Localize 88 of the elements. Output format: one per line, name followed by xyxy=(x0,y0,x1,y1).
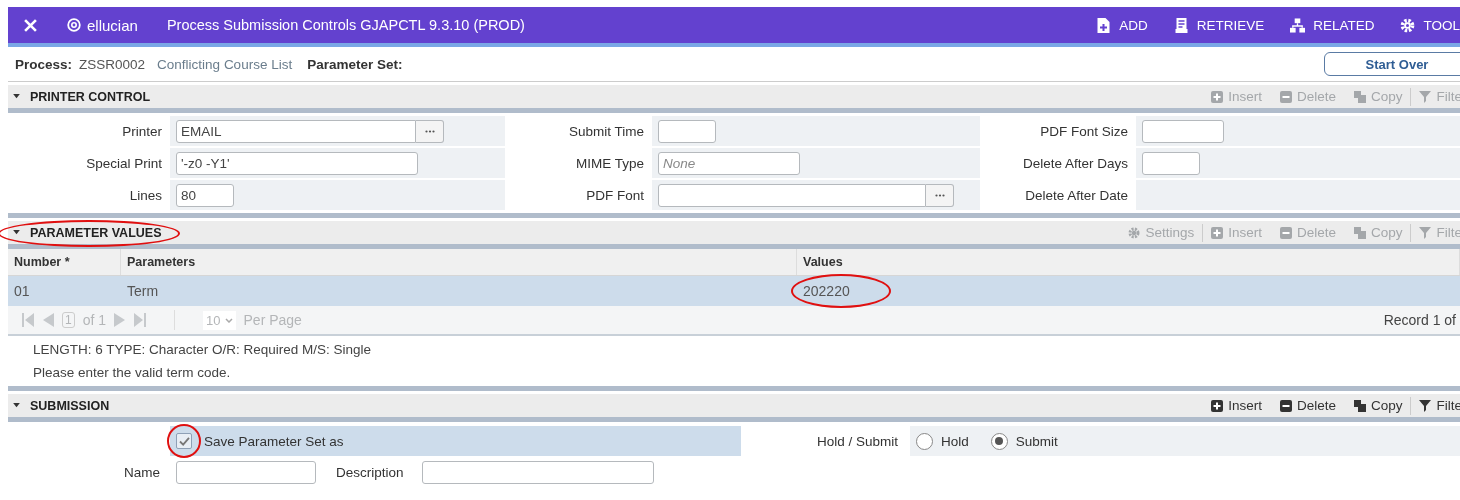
toolbar-button[interactable]: Insert xyxy=(1211,398,1262,413)
insert-icon xyxy=(1211,90,1224,103)
table-cell-text: Term xyxy=(126,282,160,301)
copy-icon xyxy=(1353,399,1366,412)
close-icon[interactable] xyxy=(24,18,37,32)
add-document-icon xyxy=(1096,17,1112,33)
parameter-set-label: Parameter Set: xyxy=(307,56,403,72)
field-label: Delete After Days xyxy=(1021,155,1129,171)
header-action[interactable]: RETRIEVE xyxy=(1173,17,1265,33)
copy-icon xyxy=(1353,226,1366,239)
per-page-label: Per Page xyxy=(243,312,302,328)
last-page-icon[interactable] xyxy=(134,313,147,327)
field-label: Printer xyxy=(121,123,163,139)
header-action[interactable]: RELATED xyxy=(1290,17,1375,33)
input-field[interactable] xyxy=(658,119,716,143)
delete-icon xyxy=(1279,399,1292,412)
radio-button[interactable] xyxy=(916,432,933,450)
brand-name: ellucian xyxy=(87,16,138,34)
process-label: Process: xyxy=(15,56,73,72)
section-title: SUBMISSION xyxy=(30,398,110,413)
insert-icon xyxy=(1211,399,1224,412)
collapse-icon[interactable] xyxy=(13,94,20,99)
section-title: PRINTER CONTROL xyxy=(30,89,151,104)
radio-label: Hold xyxy=(941,433,969,449)
input-field[interactable] xyxy=(1142,151,1200,175)
parameter-hint: LENGTH: 6 TYPE: Character O/R: Required M/S: Single xyxy=(33,342,373,357)
input-field[interactable]: None xyxy=(658,151,800,175)
parameter-hint: Please enter the valid term code. xyxy=(33,365,232,380)
filter-icon xyxy=(1419,226,1432,239)
field-label: Lines xyxy=(128,187,163,203)
radio-button[interactable] xyxy=(990,432,1008,450)
delete-icon xyxy=(1279,226,1292,239)
field-label: PDF Font Size xyxy=(1039,123,1129,139)
collapse-icon[interactable] xyxy=(13,230,20,235)
header-action[interactable]: TOOL xyxy=(1400,17,1460,33)
ellipsis-icon xyxy=(934,193,945,197)
field-label: Name xyxy=(123,464,160,480)
checkmark-icon xyxy=(178,436,190,446)
start-over-button[interactable]: Start Over xyxy=(1324,52,1460,76)
logo-icon xyxy=(67,18,81,32)
table-row[interactable]: 01 Term 202220 xyxy=(8,276,1460,306)
save-checkbox[interactable] xyxy=(176,433,192,449)
settings-icon xyxy=(1128,226,1141,239)
column-header[interactable]: Parameters xyxy=(121,249,797,275)
lookup-button[interactable] xyxy=(416,119,444,143)
collapse-icon[interactable] xyxy=(13,403,20,408)
lookup-button[interactable] xyxy=(926,183,954,207)
chevron-down-icon xyxy=(224,317,233,323)
filter-icon xyxy=(1419,399,1432,412)
field-label: MIME Type xyxy=(574,155,645,171)
field-label: Submit Time xyxy=(567,123,645,139)
field-label: Special Print xyxy=(85,155,163,171)
field-label: Description xyxy=(336,464,404,480)
column-header[interactable]: Values xyxy=(797,249,1460,275)
previous-page-icon[interactable] xyxy=(42,313,54,327)
record-count: Record 1 of xyxy=(1383,312,1456,328)
first-page-icon[interactable] xyxy=(22,313,34,327)
table-cell-text: 01 xyxy=(13,282,31,301)
filter-icon xyxy=(1419,90,1432,103)
input-field[interactable]: '-z0 -Y1' xyxy=(176,151,418,175)
section-title: PARAMETER VALUES xyxy=(30,225,162,240)
field-label: Delete After Date xyxy=(1024,187,1129,203)
radio-label: Submit xyxy=(1015,433,1058,449)
toolbar-button[interactable]: Delete xyxy=(1279,398,1336,413)
insert-icon xyxy=(1211,226,1224,239)
toolbar-button[interactable]: Copy xyxy=(1353,398,1403,413)
delete-icon xyxy=(1279,90,1292,103)
checkbox-label: Save Parameter Set as xyxy=(204,433,344,449)
page-count: of 1 xyxy=(82,312,107,328)
settings-icon xyxy=(1400,17,1416,33)
input-field[interactable] xyxy=(658,183,926,207)
page-title: Process Submission Controls GJAPCTL 9.3.10 (PROD) xyxy=(166,17,525,33)
description-field[interactable] xyxy=(421,460,654,484)
header-action[interactable]: ADD xyxy=(1096,17,1148,33)
name-field[interactable] xyxy=(176,460,316,484)
process-code: ZSSR0002 xyxy=(79,56,146,72)
field-label: Hold / Submit xyxy=(815,433,898,449)
input-field[interactable]: 80 xyxy=(176,183,234,207)
next-page-icon[interactable] xyxy=(114,313,127,327)
copy-icon xyxy=(1353,90,1366,103)
ellipsis-icon xyxy=(424,129,435,133)
input-field[interactable] xyxy=(1142,119,1224,143)
process-name: Conflicting Course List xyxy=(157,56,293,72)
field-label: PDF Font xyxy=(585,187,645,203)
column-header[interactable]: Number * xyxy=(8,249,121,275)
document-icon xyxy=(1173,17,1189,33)
hierarchy-icon xyxy=(1290,17,1306,33)
input-field[interactable]: EMAIL xyxy=(176,119,416,143)
